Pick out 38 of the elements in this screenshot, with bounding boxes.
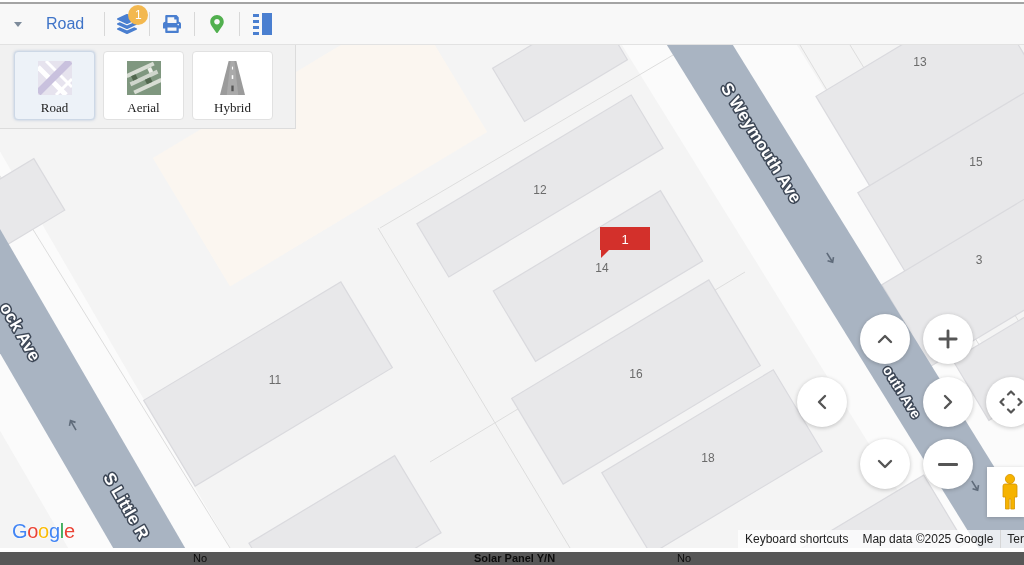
map-type-option[interactable]: Road	[14, 51, 95, 120]
building-number: 18	[701, 451, 715, 465]
street-map-icon	[37, 61, 72, 95]
caret-icon	[14, 21, 22, 27]
attribution-link[interactable]: Map data ©2025 Google	[855, 530, 1001, 548]
building-number: 12	[533, 183, 547, 197]
expand-icon	[999, 390, 1023, 414]
person-icon	[1000, 474, 1020, 510]
map-type-dropdown[interactable]: Road	[8, 4, 105, 44]
printer-icon	[163, 15, 182, 33]
map-type-option[interactable]: Aerial	[103, 51, 184, 120]
building-number: 16	[629, 367, 643, 381]
count-badge: 1	[128, 5, 149, 25]
one-way-arrow-icon	[68, 419, 77, 431]
attribution-link[interactable]: Keyboard shortcuts	[738, 530, 856, 548]
pan-down-button[interactable]	[860, 439, 910, 489]
street-label: ock Ave	[0, 299, 45, 365]
one-way-arrow-icon	[971, 480, 980, 492]
map-logo: Google	[12, 521, 75, 541]
field-label: Solar Panel Y/N	[474, 552, 557, 565]
field-value: No	[677, 552, 693, 565]
building-number: 15	[969, 155, 983, 169]
map-type-option[interactable]: Hybrid	[192, 51, 273, 120]
map-marker[interactable]: 1	[600, 227, 650, 258]
attribution-link[interactable]: Ter	[1000, 530, 1024, 548]
building-number: 14	[595, 261, 609, 275]
minus-icon	[938, 462, 958, 466]
street-view-button[interactable]	[987, 467, 1024, 517]
building-number: 13	[913, 55, 927, 69]
list-icon	[252, 13, 272, 35]
pan-left-button[interactable]	[797, 377, 847, 427]
building-number: 3	[975, 253, 983, 267]
building-number: 11	[268, 373, 282, 387]
one-way-arrow-icon	[826, 252, 835, 264]
field-value: No	[193, 552, 209, 565]
aerial-photo-icon	[126, 61, 161, 95]
map-pin-icon	[208, 15, 227, 33]
road-icon	[220, 61, 245, 95]
